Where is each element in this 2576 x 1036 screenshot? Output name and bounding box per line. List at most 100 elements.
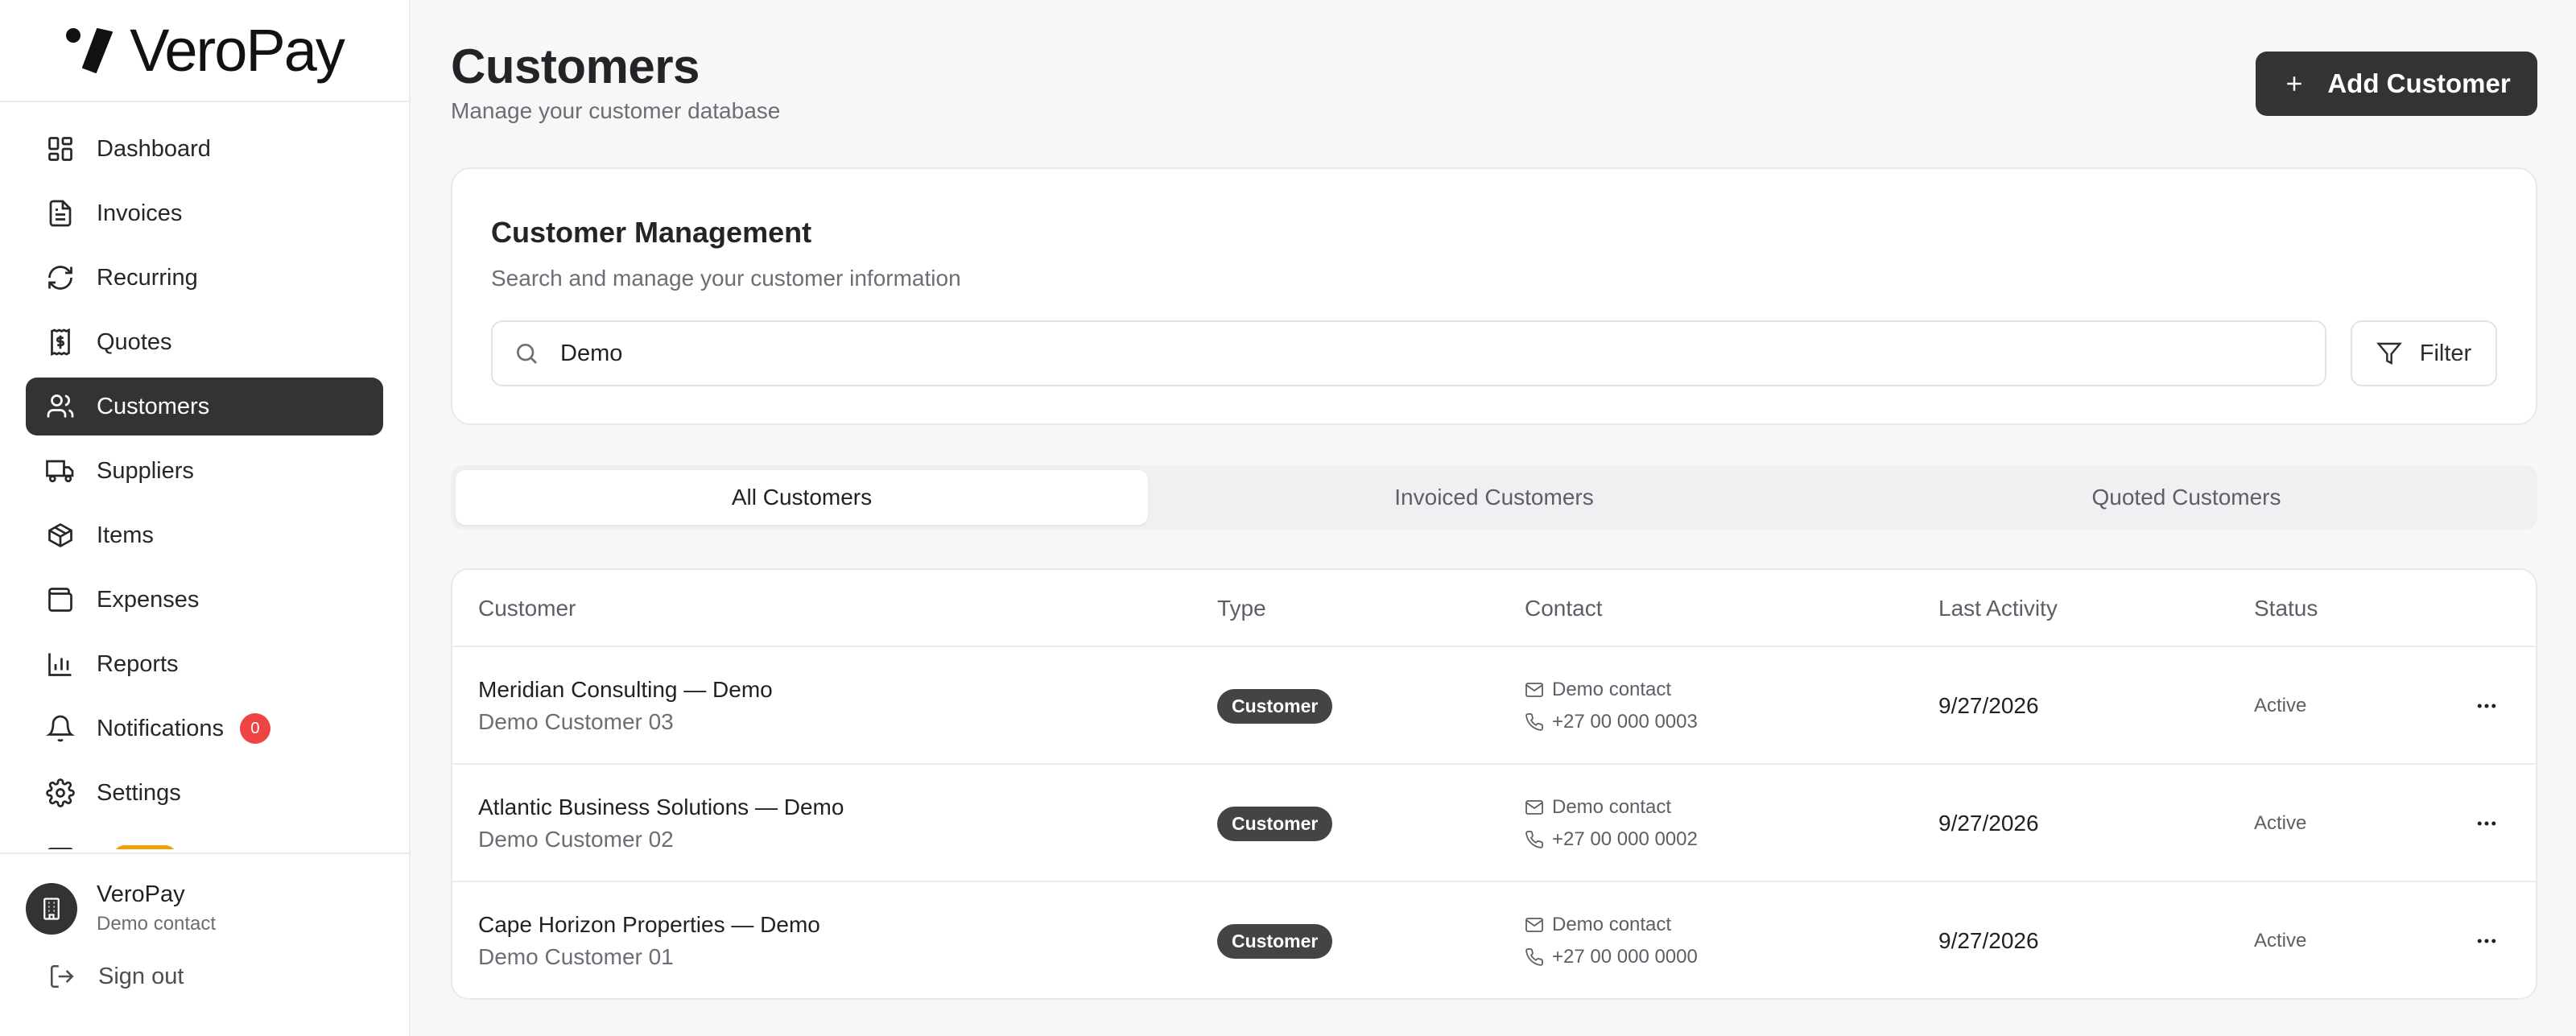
status-text: Active [2254, 812, 2307, 834]
refresh-icon [43, 261, 77, 295]
column-header-status: Status [2254, 596, 2318, 621]
customer-tabs: All Customers Invoiced Customers Quoted … [451, 465, 2537, 530]
sidebar-item-quotes[interactable]: Quotes [26, 313, 383, 371]
search-input[interactable] [560, 340, 2251, 367]
sidebar-item-dashboard[interactable]: Dashboard [26, 120, 383, 178]
sidebar-item-label: Items [97, 522, 154, 548]
tab-invoiced-customers[interactable]: Invoiced Customers [1148, 470, 1840, 525]
more-horizontal-icon [2477, 821, 2496, 826]
truck-icon [43, 454, 77, 488]
plus-icon [2282, 72, 2306, 96]
add-customer-button[interactable]: Add Customer [2256, 52, 2537, 116]
phone-icon [1525, 830, 1544, 849]
contact-label: Demo contact [1552, 796, 1672, 818]
bar-chart-icon [43, 647, 77, 681]
phone-icon [1525, 947, 1544, 967]
contact-label: Demo contact [1552, 914, 1672, 935]
contact-phone: +27 00 000 0003 [1525, 711, 1698, 733]
sidebar-item-items[interactable]: Items [26, 506, 383, 564]
logo-mark-icon [65, 26, 118, 76]
account-info[interactable]: VeroPay Demo contact [0, 854, 409, 935]
row-actions-button[interactable] [2475, 647, 2499, 765]
customer-subtitle: Demo Customer 02 [478, 827, 674, 852]
sidebar-item-label: Expenses [97, 586, 200, 613]
logo-text: VeroPay [130, 17, 345, 84]
sidebar-footer: VeroPay Demo contact Sign out [0, 852, 409, 1036]
sidebar-item-recurring[interactable]: Recurring [26, 249, 383, 307]
phone-number: +27 00 000 0003 [1552, 711, 1698, 733]
mail-icon [1525, 915, 1544, 935]
card-icon [43, 840, 77, 849]
row-actions-button[interactable] [2475, 882, 2499, 998]
table-row[interactable]: Cape Horizon Properties — Demo Demo Cust… [452, 882, 2536, 998]
type-badge: Customer [1217, 923, 1333, 959]
account-name: VeroPay [97, 881, 185, 907]
filter-icon [2376, 341, 2402, 366]
contact-label: Demo contact [1552, 679, 1672, 700]
mail-icon [1525, 798, 1544, 817]
contact-email: Demo contact [1525, 679, 1698, 701]
phone-number: +27 00 000 0002 [1552, 828, 1698, 850]
column-header-type: Type [1217, 596, 1266, 621]
table-header: Customer Type Contact Last Activity Stat… [452, 570, 2536, 647]
sidebar-item-label: Invoices [97, 200, 183, 226]
sidebar: VeroPay Dashboard Invoices Recurring Quo… [0, 0, 411, 1036]
customer-name: Meridian Consulting — Demo [478, 677, 773, 702]
table-row[interactable]: Meridian Consulting — Demo Demo Customer… [452, 647, 2536, 765]
gear-icon [43, 776, 77, 810]
avatar [26, 882, 77, 935]
last-activity-date: 9/27/2026 [1938, 693, 2039, 718]
card-title: Customer Management [491, 216, 812, 249]
table-row[interactable]: Atlantic Business Solutions — Demo Demo … [452, 765, 2536, 882]
customers-table: Customer Type Contact Last Activity Stat… [451, 568, 2537, 1000]
sidebar-item-expenses[interactable]: Expenses [26, 571, 383, 629]
sidebar-item-reports[interactable]: Reports [26, 635, 383, 693]
sidebar-item-label: Notifications [97, 715, 224, 741]
tab-quoted-customers[interactable]: Quoted Customers [1840, 470, 2533, 525]
row-actions-button[interactable] [2475, 765, 2499, 882]
dashboard-icon [43, 132, 77, 166]
last-activity-date: 9/27/2026 [1938, 811, 2039, 836]
status-text: Active [2254, 930, 2307, 951]
sidebar-item-partial[interactable] [26, 828, 383, 849]
search-box[interactable] [491, 320, 2326, 386]
status-text: Active [2254, 695, 2307, 716]
type-badge: Customer [1217, 688, 1333, 724]
sign-out-button[interactable]: Sign out [0, 935, 409, 990]
card-subtitle: Search and manage your customer informat… [491, 266, 961, 291]
phone-icon [1525, 712, 1544, 732]
sidebar-item-label: Reports [97, 650, 179, 677]
column-header-customer: Customer [478, 596, 576, 621]
sidebar-item-settings[interactable]: Settings [26, 764, 383, 822]
wallet-icon [43, 583, 77, 617]
sidebar-item-label: Quotes [97, 328, 172, 355]
sidebar-item-invoices[interactable]: Invoices [26, 184, 383, 242]
add-customer-label: Add Customer [2327, 68, 2511, 98]
customer-management-card: Customer Management Search and manage yo… [451, 167, 2537, 425]
sidebar-nav: Dashboard Invoices Recurring Quotes Cust… [0, 102, 409, 849]
sidebar-item-suppliers[interactable]: Suppliers [26, 442, 383, 500]
customer-subtitle: Demo Customer 01 [478, 944, 674, 969]
tab-all-customers[interactable]: All Customers [456, 470, 1148, 525]
orange-badge [113, 845, 177, 849]
filter-button[interactable]: Filter [2351, 320, 2497, 386]
logo[interactable]: VeroPay [0, 0, 409, 102]
customer-name: Cape Horizon Properties — Demo [478, 912, 820, 937]
sidebar-item-label: Recurring [97, 264, 198, 291]
phone-number: +27 00 000 0000 [1552, 946, 1698, 968]
column-header-last-activity: Last Activity [1938, 596, 2058, 621]
more-horizontal-icon [2477, 704, 2496, 708]
contact-phone: +27 00 000 0002 [1525, 828, 1698, 851]
sidebar-item-customers[interactable]: Customers [26, 378, 383, 435]
customer-name: Atlantic Business Solutions — Demo [478, 795, 844, 819]
mail-icon [1525, 680, 1544, 700]
sidebar-item-notifications[interactable]: Notifications 0 [26, 700, 383, 757]
sign-out-label: Sign out [98, 963, 184, 989]
page-subtitle: Manage your customer database [451, 98, 781, 123]
users-icon [43, 390, 77, 423]
more-horizontal-icon [2477, 939, 2496, 943]
sidebar-item-label: Dashboard [97, 135, 211, 162]
account-contact: Demo contact [97, 913, 217, 935]
sidebar-item-label: Suppliers [97, 457, 194, 484]
bell-icon [43, 712, 77, 745]
